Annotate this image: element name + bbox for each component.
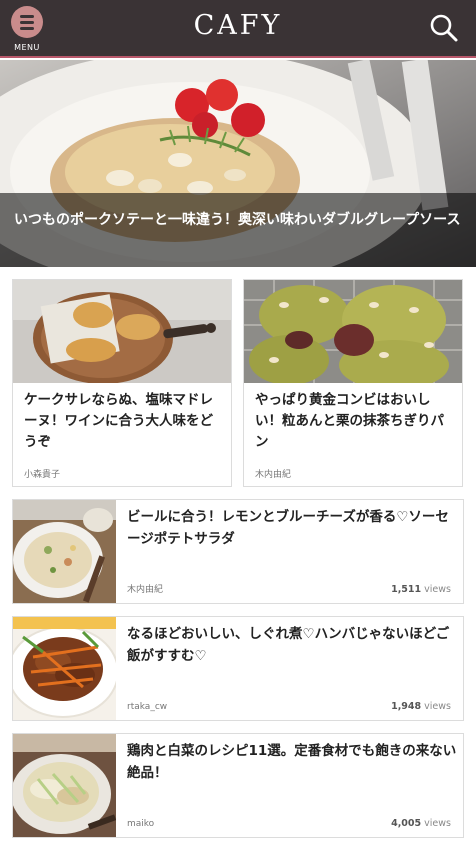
hero-article[interactable]: いつものポークソテーと一味違う！奥深い味わいダブルグレープソース (0, 60, 476, 267)
item-author: rtaka_cw (127, 702, 168, 712)
search-button[interactable] (426, 10, 462, 46)
card-author: 木内由紀 (255, 470, 292, 480)
item-title[interactable]: 鶏肉と白菜のレシピ11選。定番食材でも飽きの来ない絶品！ (127, 740, 457, 784)
list-item[interactable]: ビールに合う！レモンとブルーチーズが香る♡ソーセージポテトサラダ 木内由紀 1,… (12, 499, 464, 604)
app-header: MENU CAFY (0, 0, 476, 58)
list-item[interactable]: なるほどおいしい、しぐれ煮♡ハンバじゃないほどご飯がすすむ♡ rtaka_cw … (12, 616, 464, 721)
list-item[interactable]: 鶏肉と白菜のレシピ11選。定番食材でも飽きの来ない絶品！ maiko 4,005… (12, 733, 464, 838)
view-count: 1,511 views (391, 584, 451, 595)
hero-title[interactable]: いつものポークソテーと一味違う！奥深い味わいダブルグレープソース (14, 208, 464, 232)
item-image (13, 500, 116, 603)
item-author: maiko (127, 819, 155, 829)
view-count: 1,948 views (391, 701, 451, 712)
menu-label: MENU (14, 43, 40, 52)
item-author: 木内由紀 (127, 585, 164, 595)
site-logo[interactable]: CAFY (0, 10, 476, 41)
card-author: 小森貴子 (24, 470, 61, 480)
card-image (244, 280, 462, 383)
item-image (13, 734, 116, 837)
search-icon (430, 14, 458, 42)
item-title[interactable]: なるほどおいしい、しぐれ煮♡ハンバじゃないほどご飯がすすむ♡ (127, 623, 457, 667)
item-title[interactable]: ビールに合う！レモンとブルーチーズが香る♡ソーセージポテトサラダ (127, 506, 457, 550)
item-image (13, 617, 116, 720)
article-card[interactable]: ケークサレならぬ、塩味マドレーヌ！ワインに合う大人味をどうぞ 小森貴子 (12, 279, 232, 487)
view-count: 4,005 views (391, 818, 451, 829)
card-title[interactable]: ケークサレならぬ、塩味マドレーヌ！ワインに合う大人味をどうぞ (24, 390, 224, 453)
card-image (13, 280, 231, 383)
article-card[interactable]: やっぱり黄金コンビはおいしい！粒あんと栗の抹茶ちぎりパン 木内由紀 (243, 279, 463, 487)
card-title[interactable]: やっぱり黄金コンビはおいしい！粒あんと栗の抹茶ちぎりパン (255, 390, 455, 453)
